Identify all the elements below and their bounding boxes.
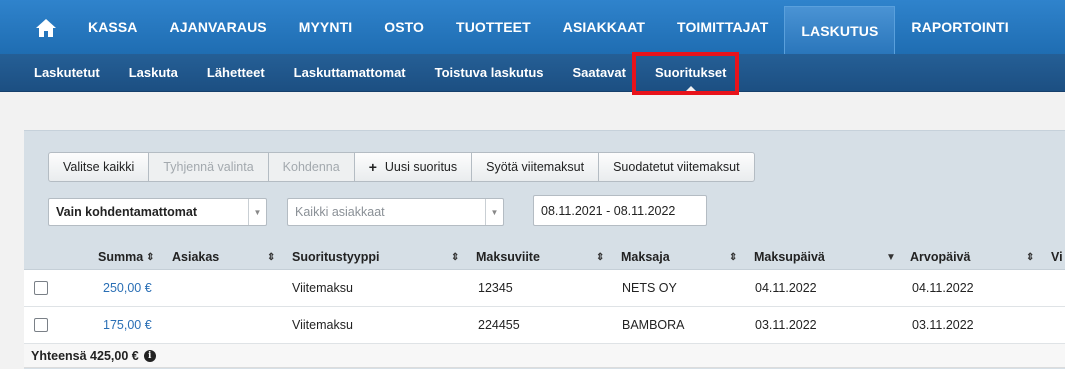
column-maksuviite-label: Maksuviite bbox=[476, 250, 540, 264]
arvopaiva-cell: 03.11.2022 bbox=[912, 318, 974, 332]
date-range-input[interactable]: 08.11.2021 - 08.11.2022 bbox=[533, 195, 707, 226]
subnav-laskutetut[interactable]: Laskutetut bbox=[34, 65, 100, 80]
table-row[interactable]: 250,00 € Viitemaksu 12345 NETS OY 04.11.… bbox=[24, 270, 1065, 307]
total-label: Yhteensä 425,00 € bbox=[31, 349, 139, 363]
toolbar: Valitse kaikki Tyhjennä valinta Kohdenna… bbox=[48, 152, 755, 182]
chevron-down-icon: ▼ bbox=[485, 199, 503, 225]
chevron-down-icon: ▼ bbox=[248, 199, 266, 225]
sort-icon[interactable]: ⇕ bbox=[451, 244, 459, 270]
allocation-filter-select[interactable]: Vain kohdentamattomat ▼ bbox=[48, 198, 267, 226]
column-asiakas[interactable]: Asiakas bbox=[172, 244, 219, 270]
row-checkbox[interactable] bbox=[34, 318, 48, 332]
payments-panel: Valitse kaikki Tyhjennä valinta Kohdenna… bbox=[24, 130, 1065, 369]
maksaja-cell: NETS OY bbox=[622, 281, 677, 295]
customer-filter-select[interactable]: Kaikki asiakkaat ▼ bbox=[287, 198, 504, 226]
top-nav-ajanvaraus[interactable]: AJANVARAUS bbox=[154, 0, 283, 54]
maksuviite-cell: 224455 bbox=[478, 318, 520, 332]
info-icon[interactable]: i bbox=[143, 350, 156, 362]
subnav-saatavat[interactable]: Saatavat bbox=[572, 65, 625, 80]
subnav-laskuta[interactable]: Laskuta bbox=[129, 65, 178, 80]
table-header: Summa ⇕ Asiakas ⇕ Suoritustyyppi ⇕ Maksu… bbox=[24, 244, 1065, 270]
maksupaiva-cell: 04.11.2022 bbox=[755, 281, 817, 295]
sort-icon[interactable]: ⇕ bbox=[1026, 244, 1034, 270]
maksaja-cell: BAMBORA bbox=[622, 318, 685, 332]
sub-nav: Laskutetut Laskuta Lähetteet Laskuttamat… bbox=[0, 54, 1065, 92]
subnav-suoritukset[interactable]: Suoritukset bbox=[655, 65, 726, 92]
top-nav-myynti[interactable]: MYYNTI bbox=[283, 0, 369, 54]
sort-icon[interactable]: ⇕ bbox=[267, 244, 275, 270]
column-summa[interactable]: Summa ⇕ bbox=[98, 244, 155, 270]
customer-filter-value: Kaikki asiakkaat bbox=[295, 205, 385, 219]
suoritustyyppi-cell: Viitemaksu bbox=[292, 318, 353, 332]
sort-desc-icon[interactable]: ▼ bbox=[886, 244, 896, 270]
allocate-button[interactable]: Kohdenna bbox=[267, 152, 355, 182]
column-maksaja[interactable]: Maksaja bbox=[621, 244, 670, 270]
column-arvopaiva-label: Arvopäivä bbox=[910, 250, 971, 264]
column-arvopaiva[interactable]: Arvopäivä bbox=[910, 244, 970, 270]
subnav-laskuttamattomat[interactable]: Laskuttamattomat bbox=[294, 65, 406, 80]
sort-icon: ⇕ bbox=[146, 251, 155, 263]
summa-link[interactable]: 250,00 € bbox=[103, 270, 152, 306]
total-sum: Yhteensä 425,00 € i bbox=[31, 349, 156, 363]
row-checkbox[interactable] bbox=[34, 281, 48, 295]
suoritustyyppi-cell: Viitemaksu bbox=[292, 281, 353, 295]
clear-selection-button[interactable]: Tyhjennä valinta bbox=[148, 152, 269, 182]
column-asiakas-label: Asiakas bbox=[172, 250, 220, 264]
column-maksupaiva[interactable]: Maksupäivä bbox=[754, 244, 825, 270]
enter-reference-payments-button[interactable]: Syötä viitemaksut bbox=[471, 152, 600, 182]
maksupaiva-cell: 03.11.2022 bbox=[755, 318, 817, 332]
sort-icon[interactable]: ⇕ bbox=[729, 244, 737, 270]
column-maksupaiva-label: Maksupäivä bbox=[754, 250, 825, 264]
top-nav-osto[interactable]: OSTO bbox=[368, 0, 440, 54]
sort-icon[interactable]: ⇕ bbox=[596, 244, 604, 270]
summa-link[interactable]: 175,00 € bbox=[103, 307, 152, 343]
new-payment-label: Uusi suoritus bbox=[384, 160, 458, 174]
select-all-button[interactable]: Valitse kaikki bbox=[48, 152, 150, 182]
top-nav-asiakkaat[interactable]: ASIAKKAAT bbox=[547, 0, 661, 54]
column-summa-label: Summa bbox=[98, 250, 144, 264]
allocation-filter-value: Vain kohdentamattomat bbox=[56, 205, 197, 219]
arvopaiva-cell: 04.11.2022 bbox=[912, 281, 974, 295]
filtered-reference-payments-button[interactable]: Suodatetut viitemaksut bbox=[598, 152, 755, 182]
column-suoritustyyppi[interactable]: Suoritustyyppi bbox=[292, 244, 380, 270]
column-maksaja-label: Maksaja bbox=[621, 250, 670, 264]
payments-table: Summa ⇕ Asiakas ⇕ Suoritustyyppi ⇕ Maksu… bbox=[24, 244, 1065, 368]
top-nav-kassa[interactable]: KASSA bbox=[72, 0, 154, 54]
subnav-lahetteet[interactable]: Lähetteet bbox=[207, 65, 265, 80]
new-payment-button[interactable]: + Uusi suoritus bbox=[353, 152, 473, 182]
top-nav-toimittajat[interactable]: TOIMITTAJAT bbox=[661, 0, 784, 54]
column-maksuviite[interactable]: Maksuviite bbox=[476, 244, 540, 270]
table-row[interactable]: 175,00 € Viitemaksu 224455 BAMBORA 03.11… bbox=[24, 307, 1065, 344]
column-vi[interactable]: Vi bbox=[1051, 244, 1063, 270]
home-icon[interactable] bbox=[30, 0, 72, 54]
subnav-toistuva-laskutus[interactable]: Toistuva laskutus bbox=[435, 65, 544, 80]
plus-icon: + bbox=[368, 159, 377, 175]
top-nav-laskutus[interactable]: LASKUTUS bbox=[784, 6, 896, 54]
maksuviite-cell: 12345 bbox=[478, 281, 513, 295]
top-nav-raportointi[interactable]: RAPORTOINTI bbox=[895, 0, 1024, 54]
column-suoritustyyppi-label: Suoritustyyppi bbox=[292, 250, 380, 264]
top-nav-tuotteet[interactable]: TUOTTEET bbox=[440, 0, 547, 54]
table-footer: Yhteensä 425,00 € i bbox=[24, 344, 1065, 368]
top-nav: KASSA AJANVARAUS MYYNTI OSTO TUOTTEET AS… bbox=[0, 0, 1065, 54]
column-vi-label: Vi bbox=[1051, 250, 1063, 264]
